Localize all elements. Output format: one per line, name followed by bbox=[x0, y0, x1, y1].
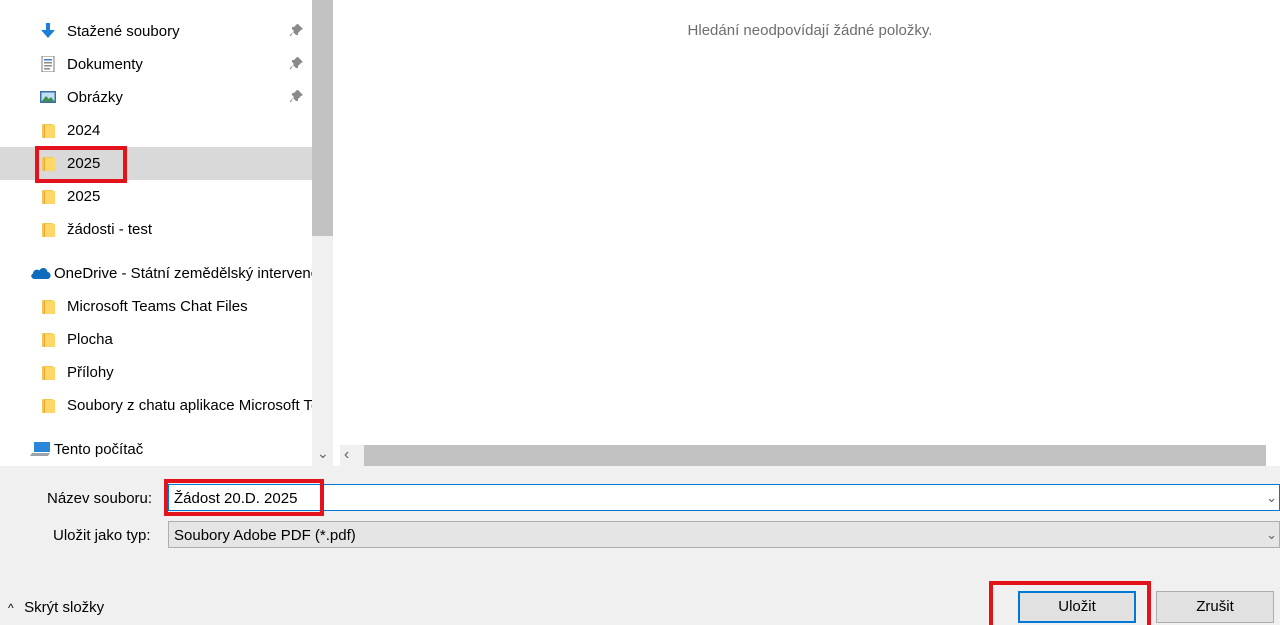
chevron-left-icon[interactable]: ‹ bbox=[344, 446, 349, 464]
chevron-down-icon[interactable]: ⌄ bbox=[317, 446, 329, 460]
nav-item-label: Microsoft Teams Chat Files bbox=[67, 298, 248, 315]
empty-results-message: Hledání neodpovídají žádné položky. bbox=[687, 22, 933, 39]
chevron-down-icon[interactable]: ⌄ bbox=[1266, 490, 1277, 506]
folder-icon bbox=[40, 364, 56, 380]
chevron-up-icon: ^ bbox=[8, 601, 14, 615]
nav-item-this-pc[interactable]: Tento počítač bbox=[0, 433, 312, 466]
content-horizontal-scrollbar[interactable]: ‹ bbox=[340, 445, 1266, 466]
cancel-button[interactable]: Zrušit bbox=[1156, 591, 1274, 623]
download-icon bbox=[40, 23, 56, 39]
pictures-icon bbox=[40, 89, 56, 105]
nav-item-label: OneDrive - Státní zemědělský intervenční… bbox=[54, 265, 312, 282]
this-pc-icon bbox=[30, 441, 52, 457]
nav-item-desktop[interactable]: Plocha bbox=[0, 323, 312, 356]
nav-item-documents[interactable]: Dokumenty bbox=[0, 48, 312, 81]
save-as-type-value: Soubory Adobe PDF (*.pdf) bbox=[174, 527, 356, 544]
nav-item-label: Obrázky bbox=[67, 89, 123, 106]
hide-folders-toggle[interactable]: ^ Skrýt složky bbox=[8, 599, 104, 616]
nav-item-folder-zadosti-test[interactable]: žádosti - test bbox=[0, 213, 312, 246]
filename-label: Název souboru: bbox=[47, 490, 153, 507]
save-button[interactable]: Uložit bbox=[1018, 591, 1136, 623]
nav-item-label: 2024 bbox=[67, 122, 101, 139]
text-caret bbox=[321, 489, 322, 507]
nav-item-label: 2025 bbox=[67, 155, 101, 172]
nav-item-label: Stažené soubory bbox=[67, 23, 180, 40]
scrollbar-thumb[interactable] bbox=[364, 445, 1266, 466]
pin-icon[interactable] bbox=[290, 89, 304, 103]
save-as-type-select[interactable]: Soubory Adobe PDF (*.pdf) ⌄ bbox=[168, 521, 1280, 548]
chevron-down-icon[interactable]: ⌄ bbox=[1266, 527, 1277, 543]
folder-icon bbox=[40, 122, 56, 138]
pin-icon[interactable] bbox=[290, 23, 304, 37]
folder-icon bbox=[40, 221, 56, 237]
nav-item-attachments[interactable]: Přílohy bbox=[0, 356, 312, 389]
scrollbar-thumb[interactable] bbox=[312, 0, 333, 236]
nav-vertical-scrollbar[interactable]: ⌄ bbox=[312, 0, 333, 466]
folder-icon bbox=[40, 397, 56, 413]
hide-folders-label: Skrýt složky bbox=[24, 599, 105, 616]
nav-item-label: Plocha bbox=[67, 331, 113, 348]
onedrive-icon bbox=[30, 265, 52, 281]
nav-item-label: Přílohy bbox=[67, 364, 114, 381]
pin-icon[interactable] bbox=[290, 56, 304, 70]
nav-item-downloads[interactable]: Stažené soubory bbox=[0, 15, 312, 48]
folder-icon bbox=[40, 331, 56, 347]
nav-item-label: žádosti - test bbox=[67, 221, 153, 238]
dialog-browser-area: Stažené soubory Dokumenty Obrázky 2024 2… bbox=[0, 0, 1280, 466]
folder-icon bbox=[40, 188, 56, 204]
folder-icon bbox=[40, 155, 56, 171]
navigation-pane: Stažené soubory Dokumenty Obrázky 2024 2… bbox=[0, 0, 312, 466]
nav-item-label: Soubory z chatu aplikace Microsoft Teams bbox=[67, 397, 312, 414]
filename-input[interactable]: Žádost 20.D. 2025 ⌄ bbox=[168, 484, 1280, 511]
save-as-type-label: Uložit jako typ: bbox=[53, 527, 151, 544]
documents-icon bbox=[40, 55, 56, 73]
nav-item-label: Dokumenty bbox=[67, 56, 143, 73]
nav-item-teams-chat-files[interactable]: Microsoft Teams Chat Files bbox=[0, 290, 312, 323]
filename-value[interactable]: Žádost 20.D. 2025 bbox=[174, 490, 297, 507]
nav-item-label: Tento počítač bbox=[54, 441, 144, 458]
nav-item-folder-2025[interactable]: 2025 bbox=[0, 180, 312, 213]
folder-icon bbox=[40, 298, 56, 314]
nav-item-pictures[interactable]: Obrázky bbox=[0, 81, 312, 114]
nav-item-folder-2025-selected[interactable]: 2025 bbox=[0, 147, 312, 180]
nav-item-teams-chat-files-cz[interactable]: Soubory z chatu aplikace Microsoft Teams bbox=[0, 389, 312, 422]
nav-item-label: 2025 bbox=[67, 188, 101, 205]
nav-item-onedrive[interactable]: OneDrive - Státní zemědělský intervenční… bbox=[0, 257, 312, 290]
nav-item-folder-2024[interactable]: 2024 bbox=[0, 114, 312, 147]
